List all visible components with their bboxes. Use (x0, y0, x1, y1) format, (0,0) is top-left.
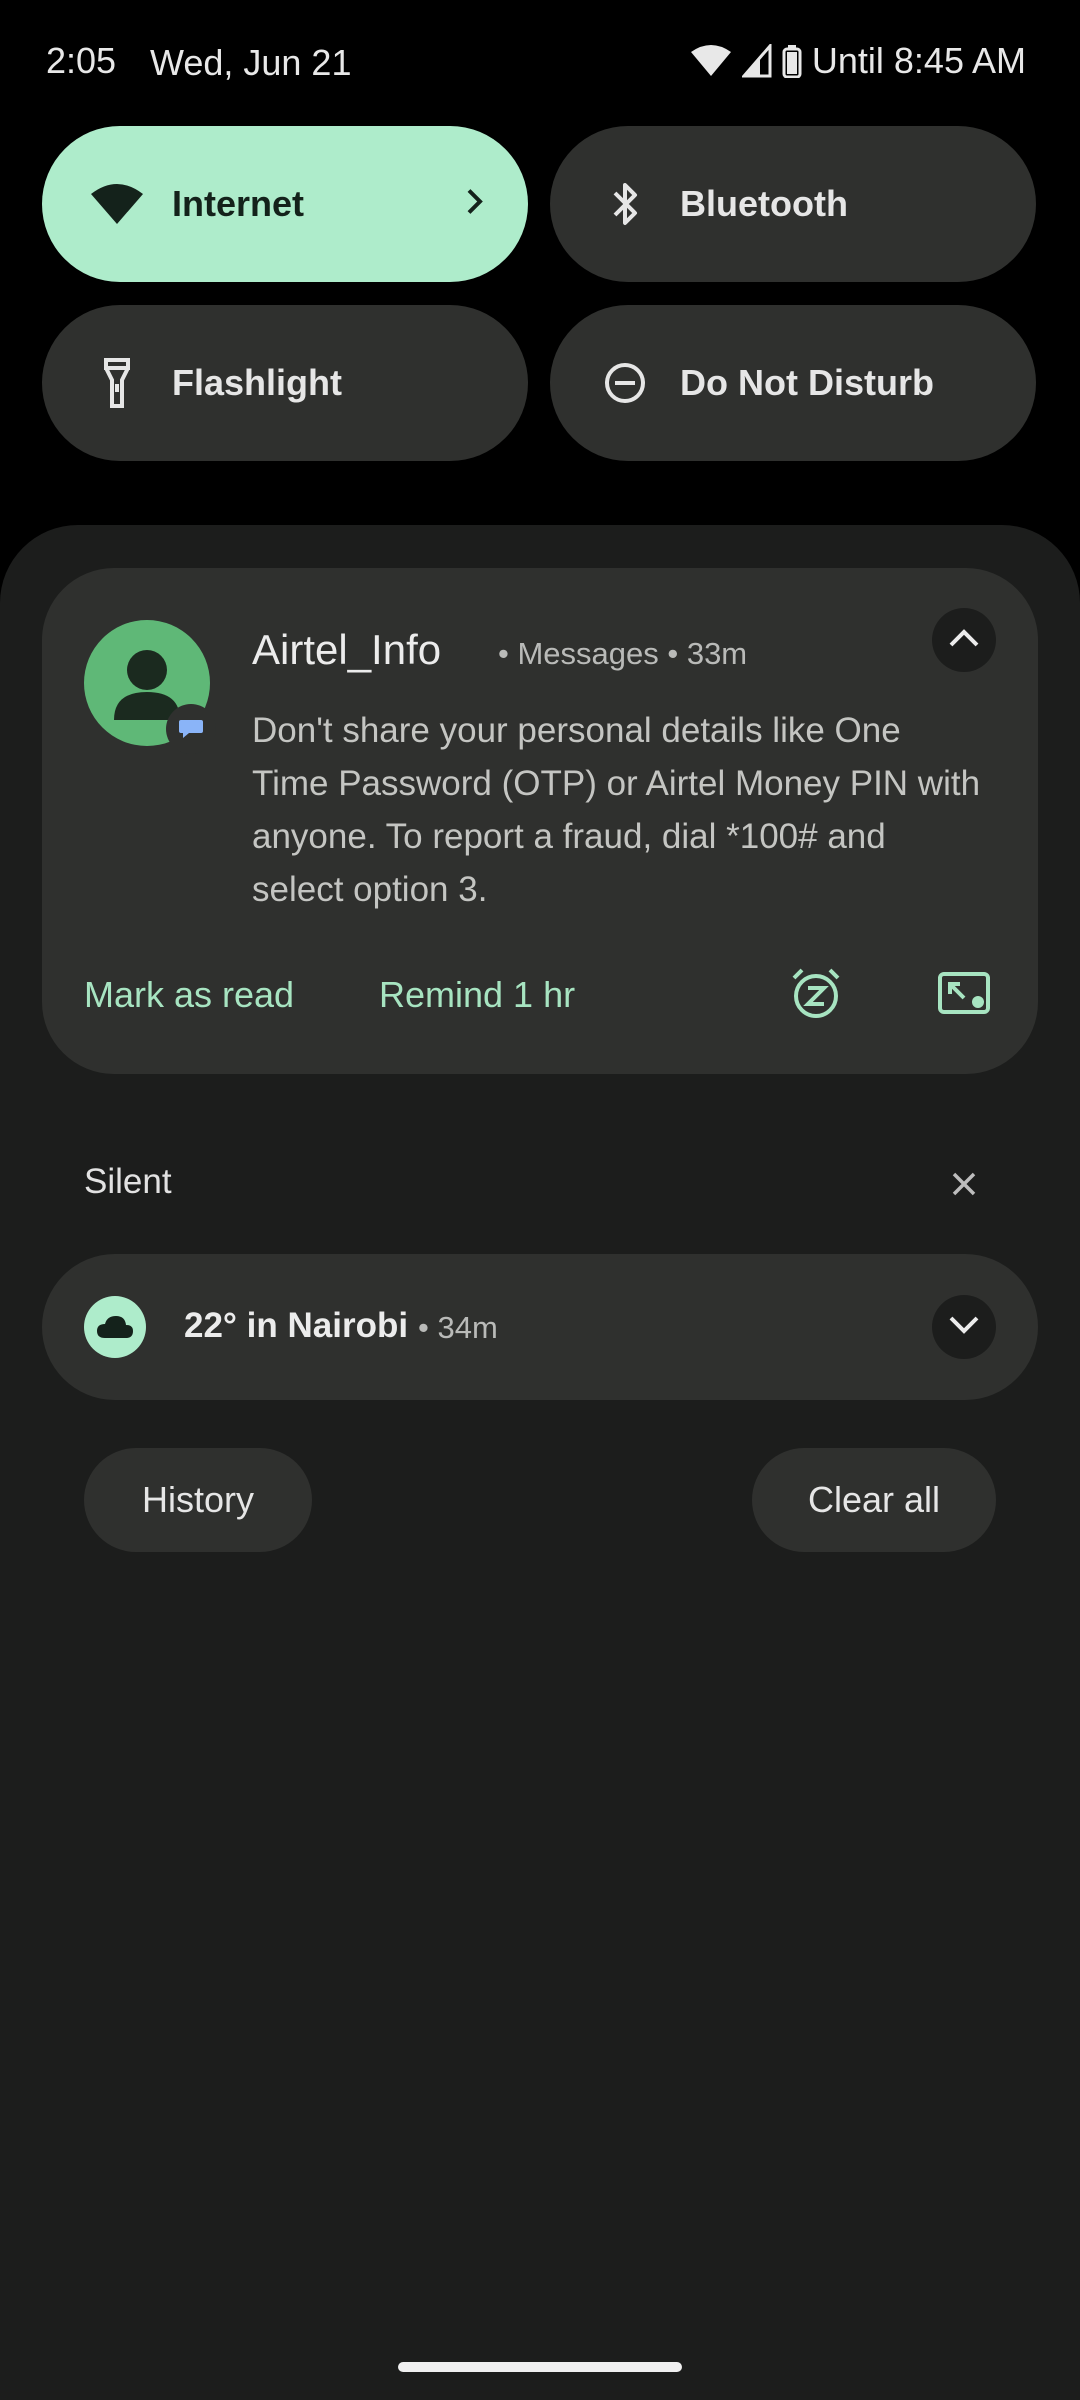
cloud-icon (84, 1296, 146, 1358)
status-icons: Until 8:45 AM (690, 40, 1026, 82)
battery-icon (782, 44, 802, 78)
expand-button[interactable] (932, 1295, 996, 1359)
status-bar: 2:05 Wed, Jun 21 Until 8:45 AM (0, 0, 1080, 120)
flashlight-icon (86, 352, 148, 414)
history-button[interactable]: History (84, 1448, 312, 1552)
silent-section-label: Silent (84, 1162, 172, 1201)
message-badge-icon (166, 704, 216, 754)
tile-bluetooth[interactable]: Bluetooth (550, 126, 1036, 282)
close-icon[interactable] (946, 1166, 982, 1207)
tile-flashlight[interactable]: Flashlight (42, 305, 528, 461)
cell-signal-icon (741, 44, 772, 78)
battery-text: Until 8:45 AM (811, 40, 1026, 81)
tile-flashlight-label: Flashlight (172, 362, 342, 403)
navigation-handle[interactable] (398, 2362, 682, 2372)
wifi-signal-icon (690, 44, 732, 78)
collapse-button[interactable] (932, 608, 996, 672)
tile-bluetooth-label: Bluetooth (680, 183, 848, 224)
bubble-icon[interactable] (936, 966, 992, 1027)
tile-do-not-disturb-label: Do Not Disturb (680, 362, 934, 403)
notification-meta: • Messages • 33m (498, 636, 748, 671)
chevron-down-icon (947, 1314, 981, 1341)
weather-notification[interactable]: 22° in Nairobi • 34m (42, 1254, 1038, 1400)
status-date: Wed, Jun 21 (150, 42, 352, 83)
notification-card[interactable]: Airtel_Info • Messages • 33m Don't share… (42, 568, 1038, 1074)
do-not-disturb-icon (594, 352, 656, 414)
tile-do-not-disturb[interactable]: Do Not Disturb (550, 305, 1036, 461)
remind-button[interactable]: Remind 1 hr (379, 974, 575, 1016)
weather-title: 22° in Nairobi (184, 1306, 409, 1345)
snooze-icon[interactable] (788, 966, 844, 1027)
clear-all-button[interactable]: Clear all (752, 1448, 996, 1552)
notification-body: Don't share your personal details like O… (252, 711, 981, 909)
tile-internet-label: Internet (172, 183, 305, 224)
chevron-right-icon (464, 187, 486, 222)
mark-as-read-button[interactable]: Mark as read (84, 974, 294, 1016)
bluetooth-icon (594, 173, 656, 235)
notification-title: Airtel_Info (252, 626, 442, 673)
weather-meta: • 34m (418, 1310, 498, 1345)
tile-internet[interactable]: Internet (42, 126, 528, 282)
chevron-up-icon (947, 627, 981, 654)
status-time: 2:05 (46, 40, 117, 81)
wifi-icon (86, 173, 148, 235)
